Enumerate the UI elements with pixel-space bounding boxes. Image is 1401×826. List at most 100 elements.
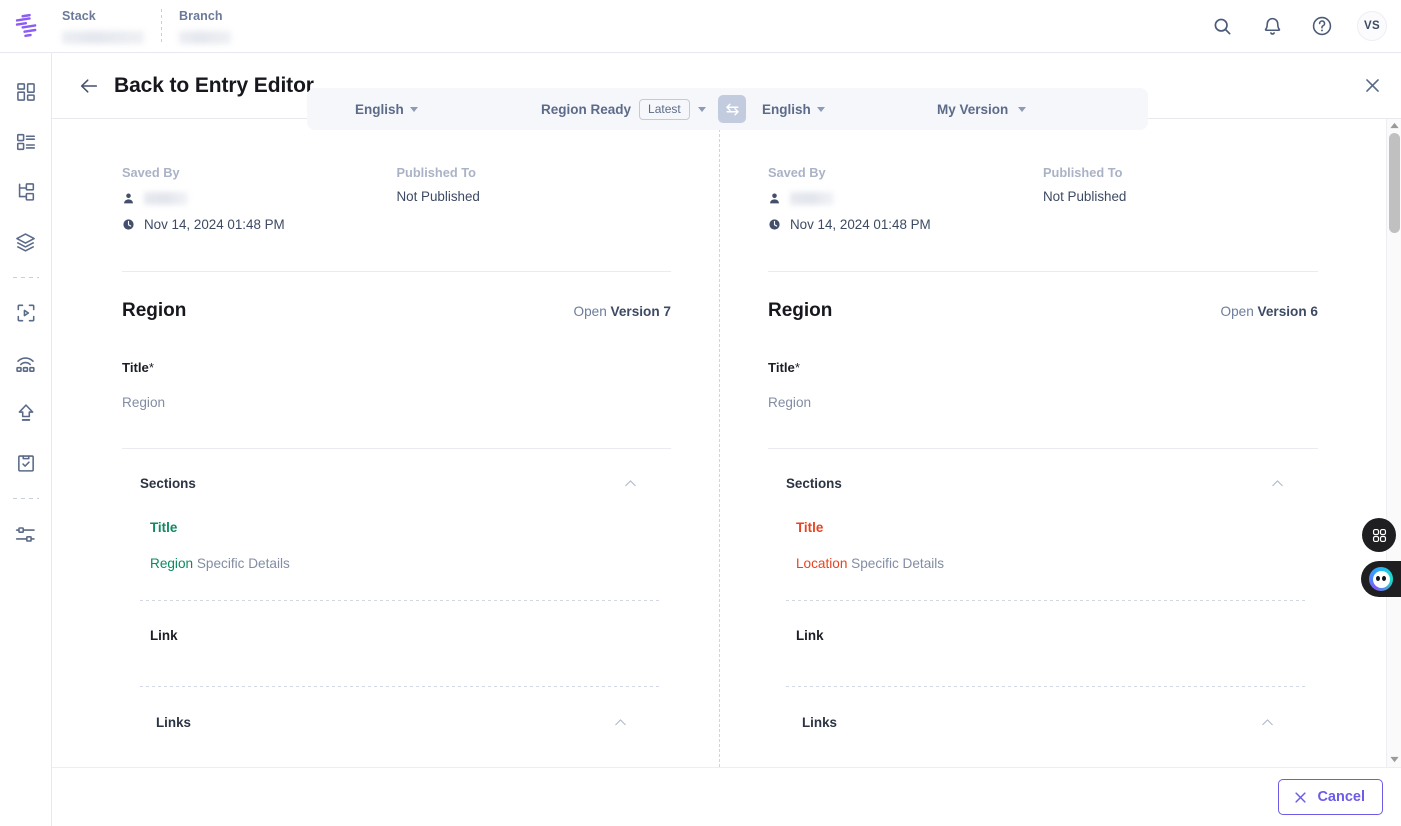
title-field-value-right: Region	[768, 395, 812, 410]
section-title-value-changed: Region	[150, 556, 194, 571]
left-version-status-select[interactable]: Region Ready Latest	[541, 98, 706, 120]
user-icon	[768, 192, 781, 205]
section-title-sub-label-right: Title	[796, 520, 824, 535]
sidebar-item-webhooks[interactable]	[0, 338, 52, 388]
saved-by-value-redacted	[144, 192, 188, 205]
title-field-label-text: Title	[122, 360, 149, 375]
section-title-value-left: Region Specific Details	[122, 556, 671, 571]
saved-by-value-redacted	[790, 192, 834, 205]
bell-icon[interactable]	[1257, 11, 1287, 41]
scrollbar-thumb[interactable]	[1389, 133, 1400, 233]
breadcrumb-branch-value-redacted	[179, 30, 231, 44]
left-language-select[interactable]: English	[355, 102, 418, 117]
assistant-avatar-icon[interactable]	[1361, 561, 1401, 597]
saved-at-value: Nov 14, 2024 01:48 PM	[790, 217, 931, 232]
open-version-link-left[interactable]: Open Version 7	[574, 304, 672, 319]
header-actions: vs	[1207, 11, 1401, 41]
chevron-down-icon	[816, 106, 825, 112]
right-version-select[interactable]: My Version	[937, 101, 1027, 117]
title-field-value-left: Region	[122, 395, 166, 410]
pane-right-group-divider	[768, 448, 1318, 449]
links-group-header-left[interactable]: Links	[122, 714, 671, 731]
caret-up-icon[interactable]	[1387, 118, 1401, 132]
help-icon[interactable]	[1307, 11, 1337, 41]
sections-group-title: Sections	[140, 476, 196, 491]
apps-grid-icon[interactable]	[1362, 518, 1396, 552]
sidebar-item-publish-queue[interactable]	[0, 388, 52, 438]
vertical-scrollbar[interactable]	[1386, 119, 1401, 767]
section-title-value-changed: Location	[796, 556, 848, 571]
status-label: Region Ready	[541, 101, 632, 117]
title-field-label-left: Title*	[122, 360, 671, 375]
links-group-header-right[interactable]: Links	[768, 714, 1318, 731]
compare-pane-right: Saved By Nov 14, 2024 01:48 PM Published…	[719, 119, 1386, 767]
right-version-label: My Version	[937, 101, 1009, 117]
compare-panes: Saved By Nov 14, 2024 01:48 PM Published…	[52, 119, 1386, 767]
breadcrumb-stack-label: Stack	[62, 8, 96, 23]
chevron-down-icon	[409, 106, 418, 112]
sidebar-item-content-types[interactable]	[0, 117, 52, 167]
saved-by-label: Saved By	[122, 165, 180, 180]
contentstack-logo-icon[interactable]	[0, 0, 52, 53]
sidebar-item-dashboard[interactable]	[0, 67, 52, 117]
open-version-link-right[interactable]: Open Version 6	[1221, 304, 1319, 319]
sidebar-divider	[12, 277, 39, 278]
caret-down-icon[interactable]	[1387, 752, 1401, 766]
sidebar-item-entries[interactable]	[0, 167, 52, 217]
saved-by-user	[122, 190, 397, 207]
close-x-icon	[1293, 790, 1308, 805]
close-icon[interactable]	[1355, 69, 1389, 103]
open-version-value: Version 7	[610, 304, 671, 319]
saved-by-block: Saved By Nov 14, 2024 01:48 PM	[122, 164, 397, 232]
sidebar-divider-2	[12, 498, 39, 499]
compare-body: Saved By Nov 14, 2024 01:48 PM Published…	[52, 119, 1386, 767]
pane-right-divider	[768, 271, 1318, 272]
sidebar-item-assets[interactable]	[0, 217, 52, 267]
avatar[interactable]: vs	[1357, 11, 1387, 41]
entry-title: Region	[768, 300, 833, 321]
pane-left-meta: Saved By Nov 14, 2024 01:48 PM Published…	[122, 119, 671, 232]
saved-at-row: Nov 14, 2024 01:48 PM	[768, 217, 1043, 232]
links-group-title: Links	[802, 715, 837, 730]
right-language-label: English	[762, 101, 811, 117]
published-to-block: Published To Not Published	[1043, 164, 1318, 232]
pane-left-entry-head: Region Open Version 7	[122, 300, 671, 322]
right-language-select[interactable]: English	[762, 102, 825, 117]
compare-toolbar: English Region Ready Latest English My V…	[307, 88, 1148, 130]
published-to-label: Published To	[1043, 165, 1123, 180]
swap-arrows-icon[interactable]	[718, 95, 746, 123]
sections-group-header-left[interactable]: Sections	[122, 475, 671, 492]
section-title-sub-label-left: Title	[150, 520, 178, 535]
cancel-button[interactable]: Cancel	[1278, 779, 1383, 815]
breadcrumb-stack[interactable]: Stack	[52, 8, 162, 44]
chevron-up-icon[interactable]	[1269, 475, 1286, 492]
sidebar-item-settings[interactable]	[0, 509, 52, 559]
sections-group-header-right[interactable]: Sections	[768, 475, 1318, 492]
pane-left-group-divider	[122, 448, 671, 449]
sidebar-item-live-preview[interactable]	[0, 288, 52, 338]
search-icon[interactable]	[1207, 11, 1237, 41]
cancel-button-label: Cancel	[1317, 789, 1365, 805]
breadcrumb-branch[interactable]: Branch	[162, 8, 262, 44]
open-version-value: Version 6	[1257, 304, 1318, 319]
back-to-entry-editor-button[interactable]: Back to Entry Editor	[52, 74, 314, 98]
arrow-left-icon	[78, 75, 100, 97]
section-title-value-rest: Specific Details	[193, 556, 290, 571]
pane-right-dotted-divider-1	[786, 600, 1306, 601]
open-version-prefix: Open	[1220, 304, 1254, 319]
sidebar-item-workflows[interactable]	[0, 438, 52, 488]
title-field-label-right: Title*	[768, 360, 1318, 375]
compare-pane-left: Saved By Nov 14, 2024 01:48 PM Published…	[52, 119, 719, 767]
chevron-up-icon[interactable]	[1259, 714, 1276, 731]
saved-by-label: Saved By	[768, 165, 826, 180]
section-title-value-rest: Specific Details	[847, 556, 945, 571]
pane-left-divider	[122, 271, 671, 272]
status-badge: Latest	[639, 98, 690, 120]
chevron-up-icon[interactable]	[612, 714, 629, 731]
chevron-up-icon[interactable]	[622, 475, 639, 492]
left-sidebar-rail	[0, 53, 52, 826]
assistant-eyes	[1372, 570, 1390, 588]
chevron-down-icon	[1018, 106, 1027, 112]
breadcrumb: Stack Branch	[52, 0, 262, 53]
page-title: Back to Entry Editor	[114, 73, 314, 97]
